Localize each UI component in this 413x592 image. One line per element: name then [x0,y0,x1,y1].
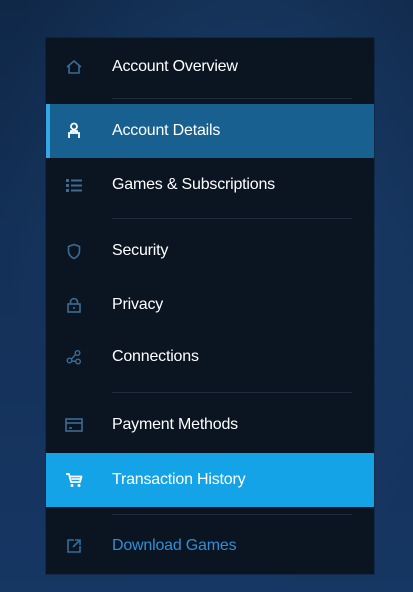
nav-item-label: Account Overview [112,58,238,75]
nav-item-payment-methods[interactable]: Payment Methods [46,400,374,450]
nav-item-label: Payment Methods [112,416,238,433]
download-games-link[interactable]: Download Games [46,522,374,570]
external-link-icon [64,536,84,556]
cart-icon [64,470,84,490]
shield-icon [64,241,84,261]
nav-item-security[interactable]: Security [46,226,374,276]
share-icon [64,347,84,367]
divider [112,514,352,515]
divider [112,98,352,99]
nav-item-account-overview[interactable]: Account Overview [46,44,374,90]
credit-card-icon [64,415,84,435]
nav-item-account-details[interactable]: Account Details [46,104,374,158]
nav-item-connections[interactable]: Connections [46,332,374,382]
divider [112,392,352,393]
divider [112,218,352,219]
nav-item-games-subscriptions[interactable]: Games & Subscriptions [46,160,374,210]
nav-item-label: Security [112,242,169,259]
nav-item-label: Privacy [112,296,164,313]
nav-item-label: Connections [112,348,199,365]
account-sidebar: Account Overview Account Details Games &… [46,38,374,574]
home-icon [64,57,84,77]
list-icon [64,175,84,195]
nav-item-label: Transaction History [112,471,246,488]
user-icon [64,121,84,141]
nav-item-privacy[interactable]: Privacy [46,280,374,330]
lock-icon [64,295,84,315]
nav-item-transaction-history[interactable]: Transaction History [46,453,374,507]
active-indicator [46,104,50,158]
download-games-label: Download Games [112,537,237,554]
nav-item-label: Account Details [112,122,221,139]
nav-item-label: Games & Subscriptions [112,176,275,193]
